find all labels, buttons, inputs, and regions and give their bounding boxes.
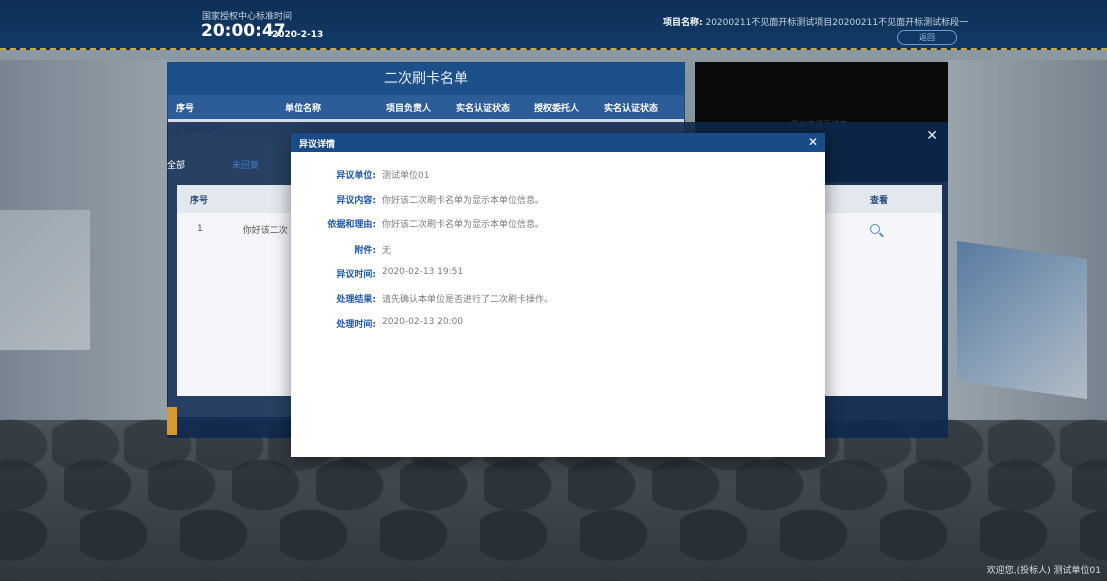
list-header-row: 序号 单位名称 项目负责人 实名认证状态 授权委托人 实名认证状态 [168, 95, 684, 119]
col-view: 查看 [870, 195, 889, 206]
modal-header: 异议详情 ✕ [291, 133, 825, 152]
col-verify-status: 实名认证状态 [456, 103, 511, 114]
col-agent: 授权委托人 [534, 103, 580, 114]
detail-attachment: 附件: 无 [354, 246, 392, 256]
col-leader: 项目负责人 [386, 103, 432, 114]
detail-objection-content: 异议内容: 你好该二次刷卡名单为显示本单位信息。 [336, 196, 545, 206]
clock-date: 2020-2-13 [272, 30, 324, 40]
tab-unreplied[interactable]: 未回复 [232, 158, 259, 171]
panel-left-tab[interactable] [167, 407, 177, 435]
welcome-text: 欢迎您,(投标人) 测试单位01 [986, 566, 1101, 576]
col-index: 序号 [176, 103, 195, 114]
detail-objection-unit: 异议单位: 测试单位01 [336, 171, 430, 181]
modal-title: 异议详情 [299, 140, 336, 150]
detail-basis-reason: 依据和理由: 你好该二次刷卡名单为显示本单位信息。 [327, 220, 545, 230]
detail-objection-time: 异议时间: 2020-02-13 19:51 [336, 267, 464, 280]
detail-handle-result: 处理结果: 请先确认本单位是否进行了二次刷卡操作。 [336, 295, 554, 305]
project-name: 20200211不见面开标测试项目20200211不见面开标测试标段一 [705, 18, 969, 28]
top-header: 国家授权中心标准时间 20:00:47 2020-2-13 项目名称: 2020… [0, 0, 1107, 50]
col-company: 单位名称 [284, 103, 321, 114]
project-info: 项目名称: 20200211不见面开标测试项目20200211不见面开标测试标段… [663, 15, 968, 28]
tab-all[interactable]: 全部 [167, 158, 185, 171]
close-icon[interactable]: ✕ [808, 135, 818, 149]
col-agent-verify-status: 实名认证状态 [604, 103, 659, 114]
project-label: 项目名称: [663, 18, 703, 28]
objection-detail-modal: 异议详情 ✕ 异议单位: 测试单位01 异议内容: 你好该二次刷卡名单为显示本单… [291, 133, 825, 457]
detail-handle-time: 处理时间: 2020-02-13 20:00 [336, 317, 464, 330]
col-index: 序号 [190, 195, 209, 206]
return-button[interactable]: 返回 [897, 30, 957, 45]
search-icon[interactable] [869, 224, 880, 234]
close-icon[interactable]: ✕ [926, 128, 938, 144]
list-title: 二次刷卡名单 [168, 63, 684, 95]
